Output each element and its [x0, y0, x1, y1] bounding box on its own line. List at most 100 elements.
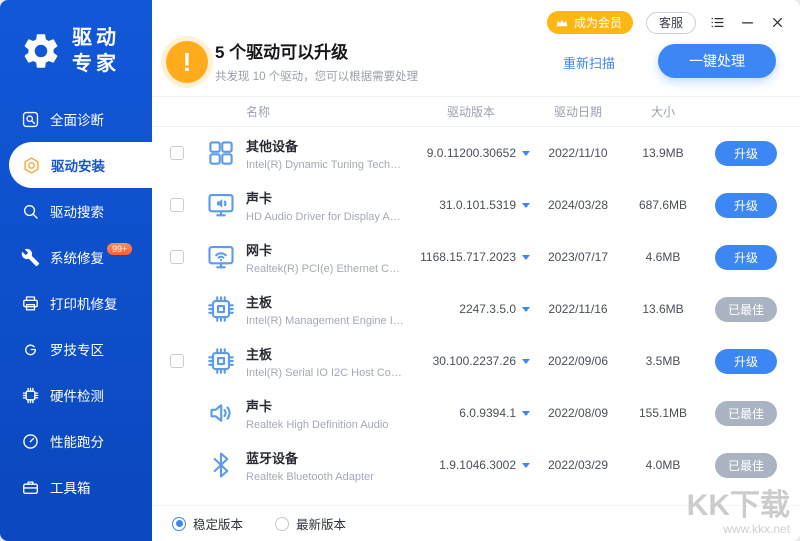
sidebar-item-label: 系统修复 [50, 247, 104, 267]
summary-subtitle: 共发现 10 个驱动，您可以根据需要处理 [215, 68, 418, 84]
sidebar-item-driver-search[interactable]: 驱动搜索 [0, 188, 152, 234]
driver-name-block: 声卡 HD Audio Driver for Display Audio [246, 188, 412, 223]
system-repair-icon [21, 248, 40, 267]
driver-name: 声卡 [246, 188, 404, 207]
driver-version-value: 1.9.1046.3002 [439, 458, 516, 472]
driver-name: 蓝牙设备 [246, 448, 404, 467]
version-dropdown-icon[interactable] [522, 255, 530, 260]
bluetooth-icon [206, 450, 236, 480]
rescan-link[interactable]: 重新扫描 [563, 53, 615, 72]
version-dropdown-icon[interactable] [522, 203, 530, 208]
sidebar-item-printer[interactable]: 打印机修复 [0, 280, 152, 326]
driver-description: Intel(R) Serial IO I2C Host Controller -… [246, 367, 404, 379]
version-option-1[interactable]: 最新版本 [275, 514, 346, 533]
version-dropdown-icon[interactable] [522, 411, 530, 416]
sidebar-item-diagnose[interactable]: 全面诊断 [0, 96, 152, 142]
close-icon[interactable] [769, 14, 786, 31]
hardware-icon [21, 386, 40, 405]
sidebar: 驱动 专家 全面诊断 驱动安装 驱动搜索 系统修复 99+ 打印机修复 罗技专区… [0, 0, 152, 541]
driver-name: 声卡 [246, 396, 404, 415]
driver-date: 2022/08/09 [530, 406, 626, 420]
sidebar-item-label: 驱动安装 [51, 155, 105, 175]
driver-row: 主板 Intel(R) Serial IO I2C Host Controlle… [152, 335, 800, 387]
version-dropdown-icon[interactable] [522, 463, 530, 468]
menu-icon[interactable] [709, 14, 726, 31]
driver-action-button[interactable]: 已最佳 [715, 453, 777, 478]
sidebar-item-label: 罗技专区 [50, 339, 104, 359]
driver-name-block: 主板 Intel(R) Management Engine Interface.… [246, 292, 412, 327]
sidebar-item-toolbox[interactable]: 工具箱 [0, 464, 152, 510]
driver-action-button[interactable]: 升级 [715, 349, 777, 374]
row-checkbox[interactable] [170, 250, 184, 264]
driver-version-value: 30.100.2237.26 [433, 354, 516, 368]
driver-date: 2022/11/16 [530, 302, 626, 316]
sidebar-item-hardware[interactable]: 硬件检测 [0, 372, 152, 418]
driver-description: HD Audio Driver for Display Audio [246, 211, 404, 223]
driver-size: 13.6MB [626, 302, 700, 316]
driver-name: 主板 [246, 292, 404, 311]
driver-name-block: 声卡 Realtek High Definition Audio [246, 396, 412, 431]
driver-action-button[interactable]: 已最佳 [715, 297, 777, 322]
summary-title: 5 个驱动可以升级 [215, 38, 348, 63]
driver-version: 9.0.11200.30652 [412, 146, 530, 160]
display-audio-icon [206, 190, 236, 220]
driver-name-block: 网卡 Realtek(R) PCI(e) Ethernet Controller [246, 240, 412, 275]
driver-version: 2247.3.5.0 [412, 302, 530, 316]
ethernet-icon [206, 242, 236, 272]
app-window: 驱动 专家 全面诊断 驱动安装 驱动搜索 系统修复 99+ 打印机修复 罗技专区… [0, 0, 800, 541]
minimize-icon[interactable] [739, 14, 756, 31]
row-checkbox[interactable] [170, 146, 184, 160]
driver-date: 2022/11/10 [530, 146, 626, 160]
crown-icon [555, 16, 569, 30]
version-dropdown-icon[interactable] [522, 151, 530, 156]
sidebar-item-logitech[interactable]: 罗技专区 [0, 326, 152, 372]
column-header-date: 驱动日期 [530, 103, 626, 120]
sidebar-menu: 全面诊断 驱动安装 驱动搜索 系统修复 99+ 打印机修复 罗技专区 硬件检测 … [0, 96, 152, 541]
driver-name-block: 主板 Intel(R) Serial IO I2C Host Controlle… [246, 344, 412, 379]
driver-version-value: 6.0.9394.1 [459, 406, 516, 420]
driver-action-button[interactable]: 升级 [715, 193, 777, 218]
version-dropdown-icon[interactable] [522, 359, 530, 364]
driver-version-value: 2247.3.5.0 [459, 302, 516, 316]
sidebar-item-label: 全面诊断 [50, 109, 104, 129]
driver-name-block: 其他设备 Intel(R) Dynamic Tuning Technology [246, 136, 412, 171]
support-button[interactable]: 客服 [646, 12, 696, 34]
driver-row: 网卡 Realtek(R) PCI(e) Ethernet Controller… [152, 231, 800, 283]
become-member-button[interactable]: 成为会员 [547, 11, 633, 34]
mainboard-icon [206, 294, 236, 324]
driver-version: 31.0.101.5319 [412, 198, 530, 212]
version-option-0[interactable]: 稳定版本 [172, 514, 243, 533]
driver-name: 主板 [246, 344, 404, 363]
sidebar-item-driver-install[interactable]: 驱动安装 [9, 142, 152, 188]
become-member-label: 成为会员 [574, 14, 622, 31]
driver-action-button[interactable]: 升级 [715, 245, 777, 270]
driver-size: 155.1MB [626, 406, 700, 420]
radio-label: 稳定版本 [193, 514, 243, 533]
driver-description: Intel(R) Dynamic Tuning Technology [246, 159, 404, 171]
driver-action-button[interactable]: 已最佳 [715, 401, 777, 426]
app-title-line1: 驱动 [72, 25, 120, 51]
driver-action-button[interactable]: 升级 [715, 141, 777, 166]
sidebar-item-label: 驱动搜索 [50, 201, 104, 221]
row-checkbox[interactable] [170, 198, 184, 212]
radio-label: 最新版本 [296, 514, 346, 533]
sidebar-item-benchmark[interactable]: 性能跑分 [0, 418, 152, 464]
driver-table-body: 其他设备 Intel(R) Dynamic Tuning Technology … [152, 127, 800, 505]
process-all-button[interactable]: 一键处理 [658, 44, 776, 78]
app-title: 驱动 专家 [72, 25, 120, 77]
driver-name-block: 蓝牙设备 Realtek Bluetooth Adapter [246, 448, 412, 483]
driver-size: 4.6MB [626, 250, 700, 264]
driver-version: 1.9.1046.3002 [412, 458, 530, 472]
driver-size: 3.5MB [626, 354, 700, 368]
driver-row: 其他设备 Intel(R) Dynamic Tuning Technology … [152, 127, 800, 179]
row-checkbox[interactable] [170, 354, 184, 368]
app-title-line2: 专家 [72, 51, 120, 77]
driver-version: 30.100.2237.26 [412, 354, 530, 368]
version-dropdown-icon[interactable] [522, 307, 530, 312]
driver-date: 2023/07/17 [530, 250, 626, 264]
driver-name: 其他设备 [246, 136, 404, 155]
sidebar-item-system-repair[interactable]: 系统修复 99+ [0, 234, 152, 280]
toolbox-icon [21, 478, 40, 497]
alert-icon [166, 41, 208, 83]
driver-version: 1168.15.717.2023 [412, 250, 530, 264]
